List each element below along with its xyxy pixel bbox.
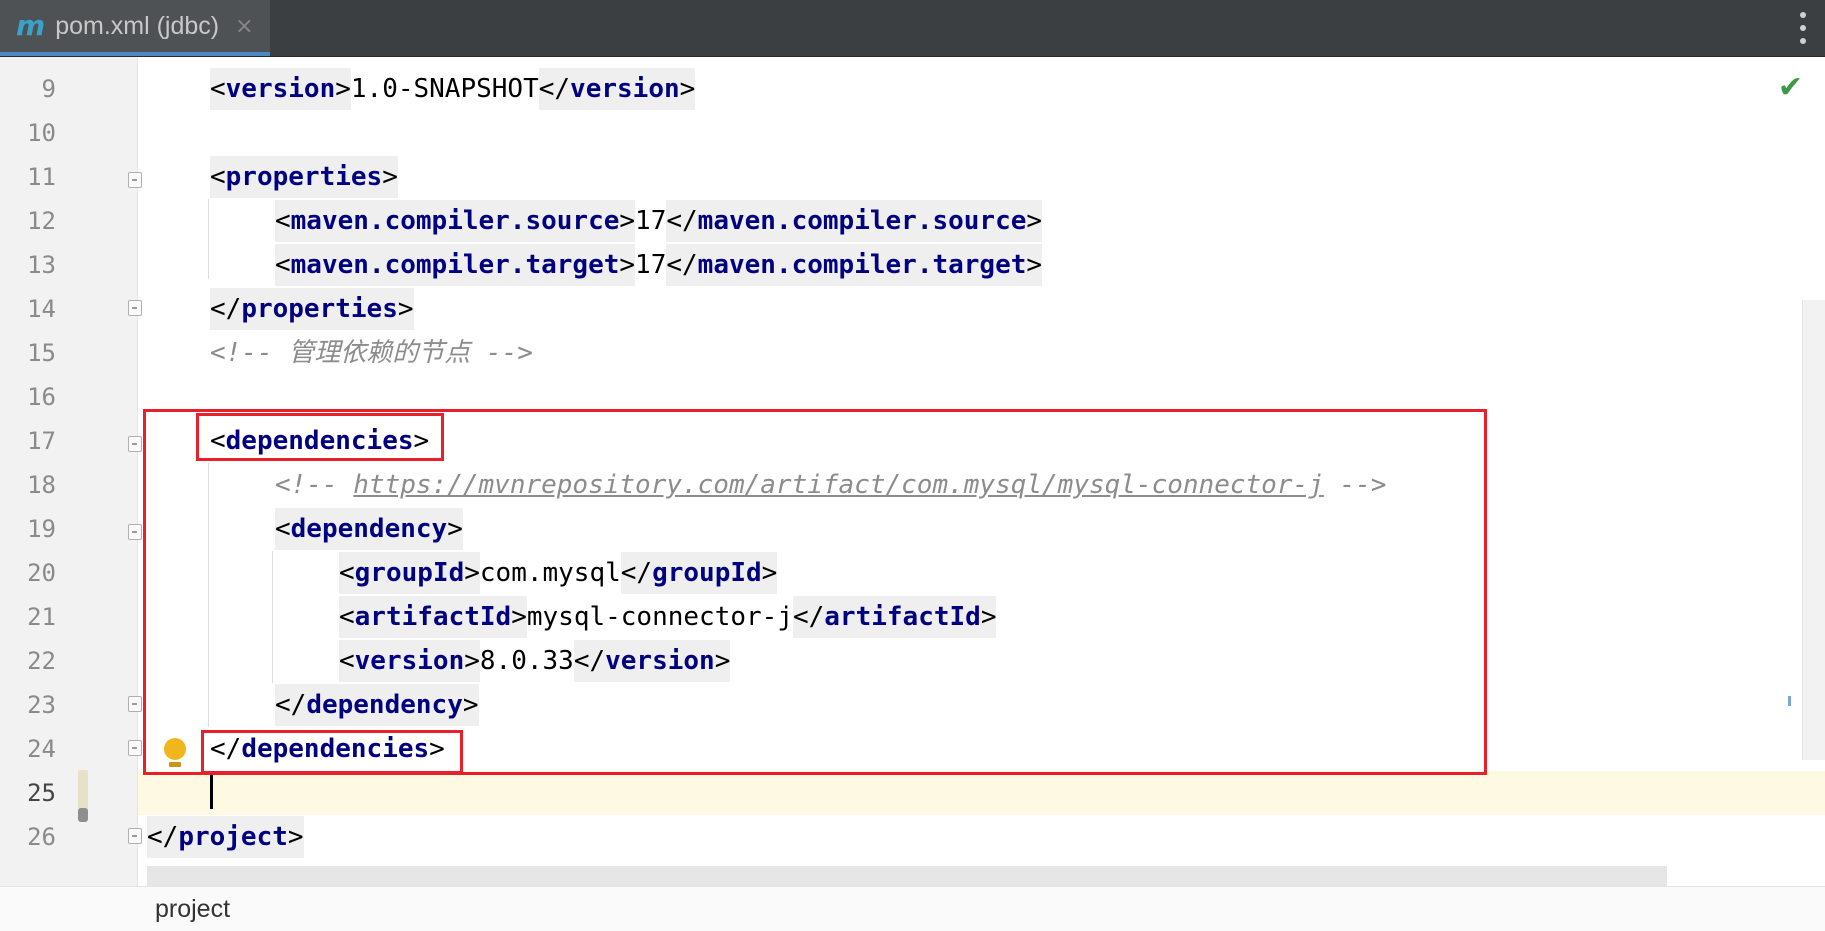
line-number: 14 [27,295,56,323]
fold-icon[interactable] [128,740,142,756]
code-line[interactable]: 14 </properties> [0,287,1825,331]
line-number: 11 [27,163,56,191]
tab-title: pom.xml (jdbc) [55,11,220,40]
fold-icon[interactable] [128,436,142,452]
line-number: 21 [27,603,56,631]
breadcrumb-item-project[interactable]: project [155,895,230,924]
line-number: 22 [27,647,56,675]
code-text: <version>1.0-SNAPSHOT</version> [210,67,696,111]
code-text: <maven.compiler.target>17</maven.compile… [275,243,1043,287]
code-line[interactable]: 15 <!-- 管理依赖的节点 --> [0,331,1825,375]
line-number: 26 [27,823,56,851]
line-number: 13 [27,251,56,279]
line-number: 17 [27,427,56,455]
code-line[interactable]: 12 <maven.compiler.source>17</maven.comp… [0,199,1825,243]
line-number: 23 [27,691,56,719]
code-line[interactable]: 13 <maven.compiler.target>17</maven.comp… [0,243,1825,287]
highlight-box-close-tag [201,730,463,774]
code-line[interactable]: 10 [0,111,1825,155]
text-caret [210,775,213,809]
code-line[interactable]: 11 <properties> [0,155,1825,199]
scroll-marker [1788,696,1791,706]
fold-icon[interactable] [128,828,142,844]
code-text: <properties> [210,155,398,199]
line-number: 20 [27,559,56,587]
lightbulb-icon[interactable] [164,738,186,767]
line-number: 15 [27,339,56,367]
code-text: <maven.compiler.source>17</maven.compile… [275,199,1043,243]
fold-icon[interactable] [128,696,142,712]
line-number: 24 [27,735,56,763]
close-icon[interactable]: × [235,14,253,39]
editor-tab-bar: m pom.xml (jdbc) × [0,0,1825,57]
highlight-box-dependencies-block [143,409,1487,775]
tab-pom-xml[interactable]: m pom.xml (jdbc) × [0,0,270,56]
code-text: </project> [147,815,304,859]
line-number: 18 [27,471,56,499]
line-number: 10 [27,119,56,147]
line-number: 16 [27,383,56,411]
breadcrumb-bar: project [0,886,1825,931]
indent-guide [208,199,209,279]
fold-icon[interactable] [128,172,142,188]
vertical-scrollbar[interactable] [1802,300,1825,760]
fold-icon[interactable] [128,524,142,540]
fold-icon[interactable] [128,300,142,316]
code-line[interactable]: 9 <version>1.0-SNAPSHOT</version> [0,67,1825,111]
code-text: </properties> [210,287,414,331]
change-marker [78,808,88,822]
more-options-icon[interactable] [1799,12,1807,44]
line-number: 12 [27,207,56,235]
line-number: 19 [27,515,56,543]
line-number: 25 [27,779,56,807]
line-number: 9 [41,75,56,103]
comment-text: <!-- 管理依赖的节点 --> [210,338,533,368]
code-line[interactable]: 26 </project> [0,815,1825,859]
checkmark-icon[interactable]: ✔ [1778,70,1803,105]
highlight-box-open-tag [196,413,444,461]
current-line[interactable]: 25 [27,771,1825,815]
maven-icon: m [16,9,46,42]
horizontal-scrollbar[interactable] [147,866,1667,886]
